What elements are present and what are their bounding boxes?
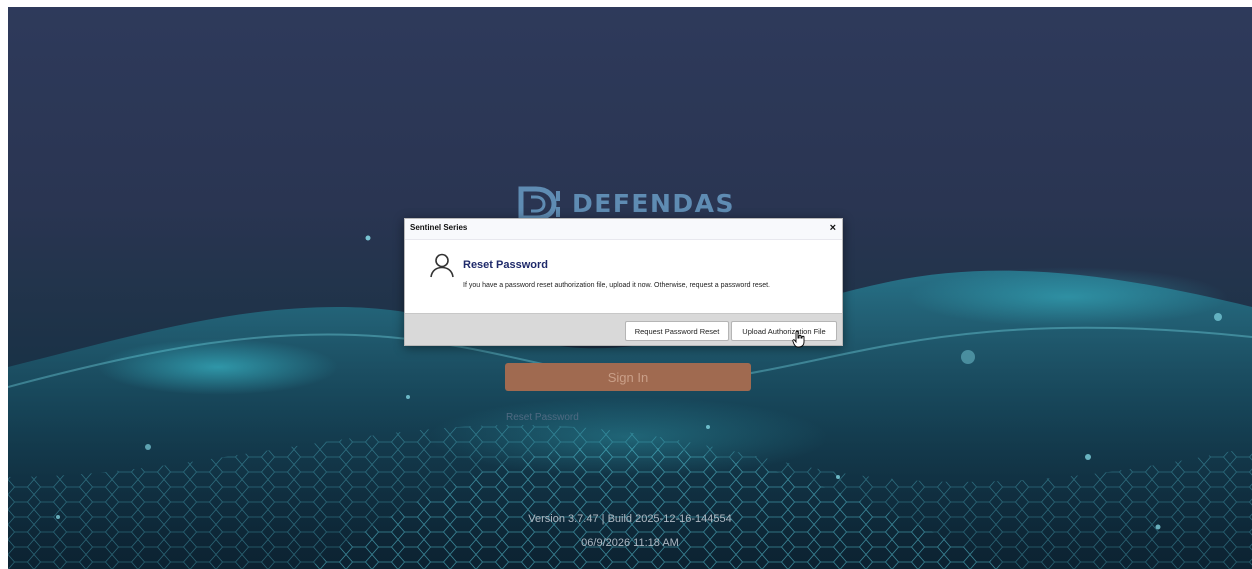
dialog-title: Sentinel Series <box>410 223 468 232</box>
current-datetime: 06/9/2026 11:18 AM <box>581 537 679 549</box>
reset-password-link[interactable]: Reset Password <box>506 412 579 423</box>
dialog-footer: Request Password Reset Upload Authorizat… <box>405 313 842 345</box>
close-icon[interactable]: × <box>830 221 836 235</box>
user-icon <box>430 253 454 278</box>
version-info: Version 3.7.47 | Build 2025-12-16-144554 <box>528 513 732 525</box>
brand-header: DEFENDAS <box>518 183 735 223</box>
dialog-body: Reset Password If you have a password re… <box>405 240 842 314</box>
sign-in-button[interactable]: Sign In <box>505 363 751 391</box>
brand-name: DEFENDAS <box>572 188 736 218</box>
upload-authorization-file-button[interactable]: Upload Authorization File <box>731 321 837 341</box>
defendas-logo-icon <box>518 186 560 221</box>
hand-cursor-icon <box>792 330 805 348</box>
dialog-heading: Reset Password <box>463 259 548 271</box>
dialog-message: If you have a password reset authorizati… <box>463 282 770 289</box>
reset-password-dialog: Sentinel Series × Reset Password If you … <box>404 218 843 346</box>
dialog-titlebar: Sentinel Series × <box>405 219 842 240</box>
request-password-reset-button[interactable]: Request Password Reset <box>625 321 729 341</box>
